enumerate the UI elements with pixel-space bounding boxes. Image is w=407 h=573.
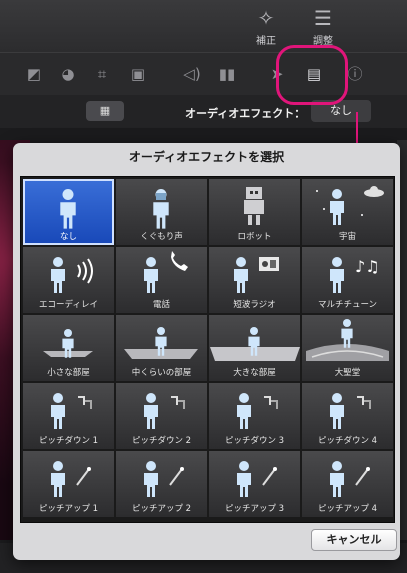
top-toolbar: ✧ 補正 ☰ 調整	[0, 0, 407, 52]
effect-cell[interactable]: ピッチダウン 4	[302, 383, 393, 449]
effect-label: なし	[59, 232, 77, 242]
effect-cell[interactable]: 大きな部屋	[209, 315, 300, 381]
magic-wand-icon: ✧	[257, 6, 275, 30]
stabilization-icon[interactable]: ▣	[126, 62, 150, 86]
volume-icon[interactable]: ◁)	[180, 62, 204, 86]
effect-cell[interactable]: くぐもり声	[116, 179, 207, 245]
effect-label: ピッチダウン 1	[38, 436, 99, 446]
effect-label: 大聖堂	[334, 368, 361, 378]
effect-label: 電話	[152, 300, 170, 310]
effect-cell[interactable]: ピッチアップ 1	[23, 451, 114, 517]
audio-effect-bar: ▦ オーディオエフェクト： なし	[0, 95, 407, 128]
effect-label: 大きな部屋	[233, 368, 276, 378]
effect-label: くぐもり声	[140, 232, 183, 242]
effect-label: ロボット	[237, 232, 272, 242]
effect-cell[interactable]: 宇宙	[302, 179, 393, 245]
effect-label: 小さな部屋	[47, 368, 90, 378]
effect-label: ピッチアップ 1	[38, 504, 99, 514]
effect-label: ピッチダウン 4	[317, 436, 378, 446]
color-correction-icon[interactable]: ◕	[56, 62, 80, 86]
audio-effect-label: オーディオエフェクト：	[185, 107, 306, 120]
effect-label: ピッチダウン 2	[131, 436, 192, 446]
popover-title: オーディオエフェクトを選択	[128, 150, 285, 164]
effect-cell[interactable]: ピッチダウン 1	[23, 383, 114, 449]
audio-effect-popover: オーディオエフェクトを選択 なし くぐもり声 ロボット 宇宙エコーディレイ 電話 短波ラジ…	[13, 143, 400, 560]
effect-cell[interactable]: 大聖堂	[302, 315, 393, 381]
effect-cell[interactable]: 短波ラジオ	[209, 247, 300, 313]
effect-label: ピッチアップ 4	[317, 504, 378, 514]
effect-cell[interactable]: ピッチアップ 3	[209, 451, 300, 517]
enhance-button[interactable]: ✧ 補正	[246, 6, 286, 52]
grid-view-button[interactable]: ▦	[86, 101, 124, 121]
sliders-icon: ☰	[314, 6, 332, 30]
effect-label: エコーディレイ	[39, 300, 98, 310]
svg-text:♪♫: ♪♫	[355, 257, 380, 276]
effect-cell[interactable]: 電話	[116, 247, 207, 313]
effect-label: マルチチューン	[317, 300, 378, 310]
effect-label: 宇宙	[338, 232, 356, 242]
equalizer-icon[interactable]: ▮▮	[215, 62, 239, 86]
effect-cell[interactable]: 中くらいの部屋	[116, 315, 207, 381]
effect-grid: なし くぐもり声 ロボット 宇宙エコーディレイ 電話 短波ラジオ ♪♫ マルチチューン小さな部…	[20, 176, 395, 523]
effect-label: ピッチアップ 2	[131, 504, 192, 514]
effect-label: 中くらいの部屋	[131, 368, 192, 378]
enhance-label: 補正	[256, 36, 276, 47]
grid-icon: ▦	[99, 104, 111, 117]
effect-cell[interactable]: なし	[23, 179, 114, 245]
effect-label: ピッチダウン 3	[224, 436, 285, 446]
effect-cell[interactable]: エコーディレイ	[23, 247, 114, 313]
crop-icon[interactable]: ⌗	[90, 62, 114, 86]
cancel-button[interactable]: キャンセル	[311, 529, 397, 551]
effect-label: 短波ラジオ	[233, 300, 276, 310]
effect-cell[interactable]: ♪♫ マルチチューン	[302, 247, 393, 313]
effect-cell[interactable]: ピッチアップ 2	[116, 451, 207, 517]
effect-cell[interactable]: ロボット	[209, 179, 300, 245]
effect-cell[interactable]: 小さな部屋	[23, 315, 114, 381]
effect-cell[interactable]: ピッチアップ 4	[302, 451, 393, 517]
annotation-highlight-circle	[276, 45, 348, 105]
effect-cell[interactable]: ピッチダウン 3	[209, 383, 300, 449]
effect-label: ピッチアップ 3	[224, 504, 285, 514]
color-balance-icon[interactable]: ◩	[22, 62, 46, 86]
effect-cell[interactable]: ピッチダウン 2	[116, 383, 207, 449]
